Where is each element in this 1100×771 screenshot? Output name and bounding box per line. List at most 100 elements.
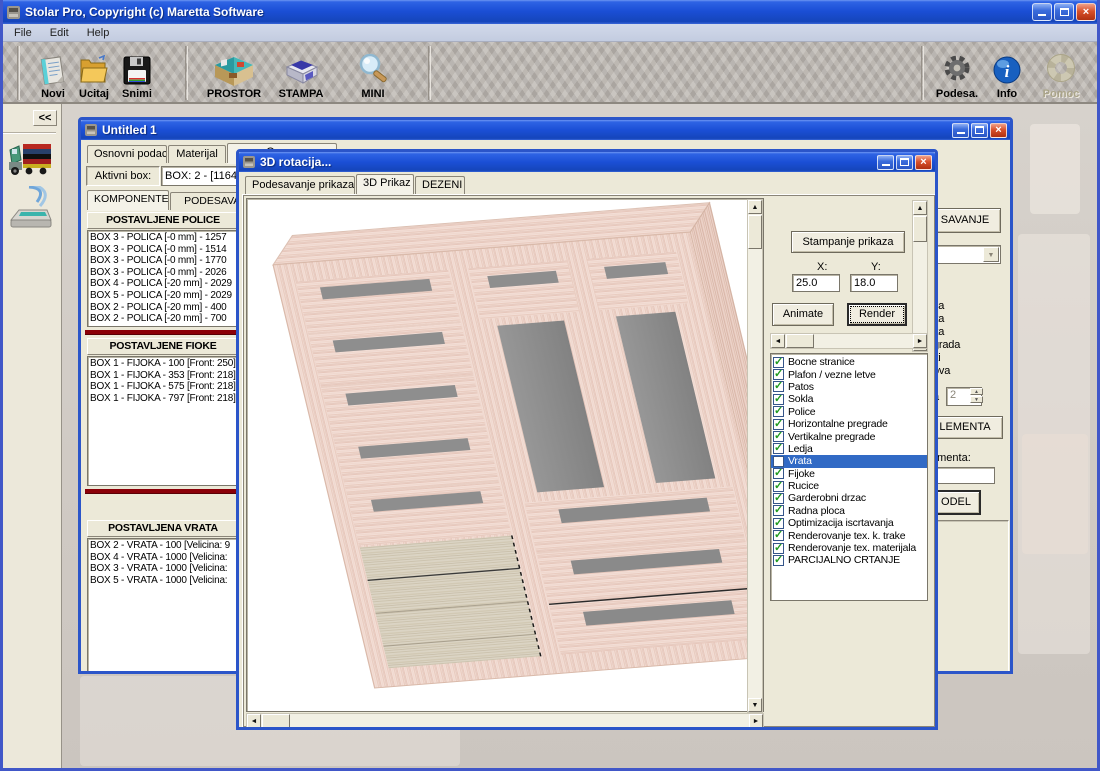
spinner-down-icon[interactable]: ▼ xyxy=(970,396,983,403)
truck-icon[interactable] xyxy=(7,138,53,183)
layer-row[interactable]: Horizontalne pregrade xyxy=(771,418,927,430)
layer-row[interactable]: Optimizacija iscrtavanja xyxy=(771,517,927,529)
main-minimize-button[interactable] xyxy=(952,123,969,138)
layer-checkbox[interactable] xyxy=(773,381,784,392)
layer-checkbox[interactable] xyxy=(773,419,784,430)
layer-row[interactable]: Fijoke xyxy=(771,468,927,480)
layer-checkbox[interactable] xyxy=(773,468,784,479)
police-item[interactable]: BOX 5 - POLICA [-20 mm] - 2029 xyxy=(90,290,238,302)
layer-row[interactable]: Garderobni drzac xyxy=(771,492,927,504)
fioke-item[interactable]: BOX 1 - FIJOKA - 575 [Front: 218] xyxy=(90,381,238,393)
app-close-button[interactable]: × xyxy=(1076,3,1096,21)
menu-item[interactable]: File xyxy=(6,26,40,40)
police-item[interactable]: BOX 3 - POLICA [-0 mm] - 1770 xyxy=(90,255,238,267)
layer-row[interactable]: PARCIJALNO CRTANJE xyxy=(771,554,927,566)
tab-dezeni[interactable]: DEZENI xyxy=(415,176,465,194)
scroll-right-icon[interactable]: ► xyxy=(749,714,763,727)
dialog-minimize-button[interactable] xyxy=(877,155,894,170)
layer-checkbox[interactable] xyxy=(773,406,784,417)
model-button[interactable]: ODEL xyxy=(931,490,981,515)
layer-row[interactable]: Bocne stranice xyxy=(771,356,927,368)
layer-checkbox[interactable] xyxy=(773,431,784,442)
tab-materijal[interactable]: Materijal xyxy=(168,145,226,163)
print-view-button[interactable]: Stampanje prikaza xyxy=(791,231,905,253)
layer-row[interactable]: Renderovanje tex. materijala xyxy=(771,542,927,554)
layer-row[interactable]: Sokla xyxy=(771,393,927,405)
layer-checkbox[interactable] xyxy=(773,530,784,541)
police-item[interactable]: BOX 4 - POLICA [-20 mm] - 2029 xyxy=(90,278,238,290)
vrata-item[interactable]: BOX 2 - VRATA - 100 [Velicina: 9 xyxy=(90,540,238,552)
fioke-item[interactable]: BOX 1 - FIJOKA - 100 [Front: 250] xyxy=(90,358,238,370)
vrata-item[interactable]: BOX 4 - VRATA - 1000 [Velicina: xyxy=(90,552,238,564)
sidebar-collapse-button[interactable]: << xyxy=(33,110,57,126)
main-close-button[interactable]: × xyxy=(990,123,1007,138)
vrata-item[interactable]: BOX 5 - VRATA - 1000 [Velicina: xyxy=(90,575,238,587)
layer-checkbox[interactable] xyxy=(773,481,784,492)
fioke-item[interactable]: BOX 1 - FIJOKA - 797 [Front: 218] xyxy=(90,393,238,405)
element-name-field[interactable] xyxy=(931,467,995,484)
dodavanje-elementa-button[interactable]: LEMENTA xyxy=(927,416,1003,439)
police-item[interactable]: BOX 3 - POLICA [-0 mm] - 2026 xyxy=(90,267,238,279)
layer-checkbox[interactable] xyxy=(773,369,784,380)
scroll-up-icon[interactable]: ▲ xyxy=(748,200,762,214)
scanner-icon[interactable] xyxy=(7,186,55,239)
info-button[interactable]: i Info xyxy=(984,48,1030,100)
police-item[interactable]: BOX 2 - POLICA [-20 mm] - 400 xyxy=(90,302,238,314)
save-button[interactable]: Snimi xyxy=(108,48,166,100)
main-maximize-button[interactable] xyxy=(971,123,988,138)
tab-3d-prikaz[interactable]: 3D Prikaz xyxy=(356,174,414,194)
scroll-down-icon[interactable]: ▼ xyxy=(748,698,762,712)
vrata-item[interactable]: BOX 3 - VRATA - 1000 [Velicina: xyxy=(90,563,238,575)
y-input[interactable] xyxy=(850,274,898,292)
layer-checkbox[interactable] xyxy=(773,357,784,368)
layer-checkbox[interactable] xyxy=(773,456,784,467)
view-vscroll-thumb[interactable] xyxy=(748,215,762,249)
render-button[interactable]: Render xyxy=(847,303,907,326)
police-item[interactable]: BOX 2 - POLICA [-20 mm] - 700 xyxy=(90,313,238,325)
layer-checkbox[interactable] xyxy=(773,394,784,405)
layer-row[interactable]: Renderovanje tex. k. trake xyxy=(771,529,927,541)
app-maximize-button[interactable] xyxy=(1054,3,1074,21)
panel-hscrollbar[interactable]: ◄ ► xyxy=(770,333,928,349)
app-minimize-button[interactable] xyxy=(1032,3,1052,21)
menu-item[interactable]: Edit xyxy=(42,26,77,40)
scroll-right-icon[interactable]: ► xyxy=(913,334,927,348)
panel-vscroll-thumb[interactable] xyxy=(913,216,927,242)
stampa-button[interactable]: STAMPA xyxy=(272,48,330,100)
settings-button[interactable]: Podesa. xyxy=(928,48,986,100)
chevron-down-icon[interactable]: ▼ xyxy=(983,247,999,262)
layer-row[interactable]: Ledja xyxy=(771,443,927,455)
layer-row[interactable]: Radna ploca xyxy=(771,505,927,517)
layer-checkbox[interactable] xyxy=(773,505,784,516)
layer-checkbox[interactable] xyxy=(773,518,784,529)
x-input[interactable] xyxy=(792,274,840,292)
3d-viewport[interactable]: ▲ ▼ xyxy=(246,198,764,712)
dialog-close-button[interactable]: × xyxy=(915,155,932,170)
layer-checkbox[interactable] xyxy=(773,543,784,554)
scroll-up-icon[interactable]: ▲ xyxy=(913,201,927,215)
tab-komponente[interactable]: KOMPONENTE xyxy=(87,190,169,210)
layer-row[interactable]: Police xyxy=(771,406,927,418)
menu-item[interactable]: Help xyxy=(79,26,118,40)
fioke-item[interactable]: BOX 1 - FIJOKA - 353 [Front: 218] xyxy=(90,370,238,382)
police-item[interactable]: BOX 3 - POLICA [-0 mm] - 1257 xyxy=(90,232,238,244)
view-hscroll-thumb[interactable] xyxy=(262,714,290,727)
layer-row[interactable]: Rucice xyxy=(771,480,927,492)
layer-row[interactable]: Plafon / vezne letve xyxy=(771,368,927,380)
panel-vscrollbar[interactable]: ▲ ▼ xyxy=(912,200,928,352)
animate-button[interactable]: Animate xyxy=(772,303,834,326)
layer-checkbox[interactable] xyxy=(773,555,784,566)
spinner-up-icon[interactable]: ▲ xyxy=(970,388,983,395)
scroll-left-icon[interactable]: ◄ xyxy=(771,334,785,348)
podesavanje-button[interactable]: SAVANJE xyxy=(929,208,1001,233)
panel-hscroll-thumb[interactable] xyxy=(786,334,814,348)
view-hscrollbar[interactable]: ◄ ► xyxy=(246,713,764,727)
layer-row[interactable]: Patos xyxy=(771,381,927,393)
layer-row[interactable]: Vrata xyxy=(771,455,927,467)
layer-checkbox[interactable] xyxy=(773,493,784,504)
layer-checkbox[interactable] xyxy=(773,443,784,454)
scroll-left-icon[interactable]: ◄ xyxy=(247,714,261,727)
tab-osnovni-podaci[interactable]: Osnovni podaci xyxy=(87,145,167,163)
mini-button[interactable]: MINI xyxy=(344,48,402,100)
tab-podesavanje-prikaza[interactable]: Podesavanje prikaza xyxy=(245,176,355,194)
